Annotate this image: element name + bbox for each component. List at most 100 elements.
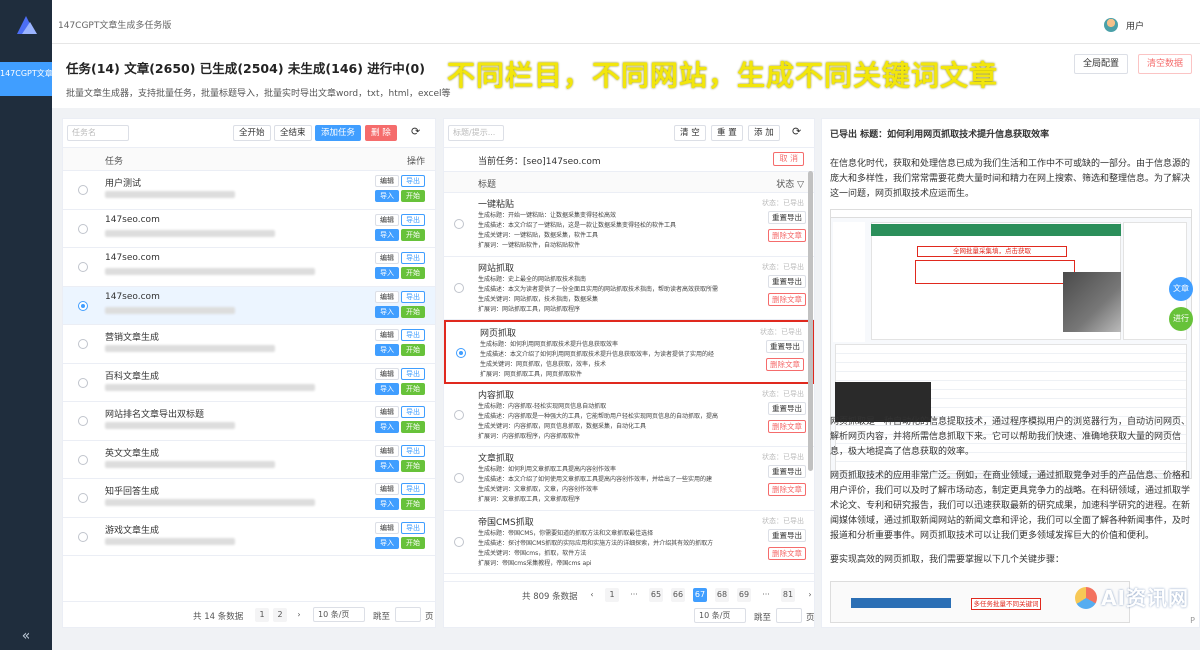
import-task-button[interactable]: 导入 (375, 190, 399, 202)
edit-task-button[interactable]: 编辑 (375, 483, 399, 495)
import-task-button[interactable]: 导入 (375, 459, 399, 472)
reset-export-button[interactable]: 重置导出 (768, 465, 806, 478)
page-button[interactable]: 65 (649, 588, 663, 602)
edit-task-button[interactable]: 编辑 (375, 367, 399, 380)
task-row[interactable]: 百科文章生成 编辑 导出 导入 开始 (63, 364, 435, 402)
export-task-button[interactable]: 导出 (401, 329, 425, 341)
reset-articles-button[interactable]: 重 置 (711, 125, 743, 141)
export-task-button[interactable]: 导出 (401, 406, 425, 418)
export-task-button[interactable]: 导出 (401, 521, 425, 534)
article-row[interactable]: 内容抓取 生成标题：内容抓取-轻松实现网页信息自动抓取 生成描述：内容抓取是一种强大… (444, 384, 814, 447)
add-task-button[interactable]: 添加任务 (315, 125, 362, 141)
edit-task-button[interactable]: 编辑 (375, 329, 399, 341)
article-radio[interactable] (454, 409, 464, 420)
task-row[interactable]: 英文文章生成 编辑 导出 导入 开始 (63, 441, 435, 479)
page-button[interactable]: 68 (715, 588, 729, 602)
clear-articles-button[interactable]: 清 空 (674, 125, 706, 141)
page-size-select[interactable]: 10 条/页 (694, 608, 746, 623)
start-task-button[interactable]: 开始 (401, 536, 425, 549)
delete-article-button[interactable]: 删除文章 (768, 546, 806, 560)
edit-task-button[interactable]: 编辑 (375, 444, 399, 457)
user-menu[interactable]: 用户 (1103, 18, 1144, 32)
import-task-button[interactable]: 导入 (375, 536, 399, 549)
start-task-button[interactable]: 开始 (401, 267, 425, 279)
refresh-icon[interactable]: ⟳ (411, 126, 423, 138)
page-button[interactable]: 67 (693, 588, 707, 602)
start-task-button[interactable]: 开始 (401, 421, 425, 433)
edit-task-button[interactable]: 编辑 (375, 290, 399, 303)
page-button[interactable]: 81 (781, 588, 795, 602)
task-radio[interactable] (78, 339, 88, 349)
global-config-button[interactable]: 全局配置 (1073, 54, 1128, 74)
delete-article-button[interactable]: 删除文章 (766, 358, 804, 371)
start-all-button[interactable]: 全开始 (233, 125, 271, 141)
prev-page-button[interactable]: ‹ (585, 588, 599, 602)
page-ellipsis[interactable]: ··· (759, 588, 773, 602)
task-row[interactable]: 营销文章生成 编辑 导出 导入 开始 (63, 325, 435, 364)
start-task-button[interactable]: 开始 (401, 228, 425, 241)
export-task-button[interactable]: 导出 (401, 175, 425, 187)
article-radio[interactable] (454, 473, 464, 483)
add-article-button[interactable]: 添 加 (748, 125, 780, 141)
col-status-header[interactable]: 状态 ▽ (776, 177, 804, 190)
import-task-button[interactable]: 导入 (375, 421, 399, 433)
reset-export-button[interactable]: 重置导出 (768, 528, 806, 542)
export-task-button[interactable]: 导出 (401, 213, 425, 226)
task-radio[interactable] (78, 300, 88, 311)
export-task-button[interactable]: 导出 (401, 444, 425, 457)
clear-data-button[interactable]: 清空数据 (1137, 54, 1192, 74)
reset-export-button[interactable]: 重置导出 (768, 211, 806, 224)
import-task-button[interactable]: 导入 (375, 382, 399, 395)
page-button[interactable]: 66 (671, 588, 685, 602)
edit-task-button[interactable]: 编辑 (375, 213, 399, 226)
task-radio[interactable] (78, 377, 88, 388)
task-row[interactable]: 游戏文章生成 编辑 导出 导入 开始 (63, 518, 435, 556)
article-radio[interactable] (454, 536, 464, 547)
start-task-button[interactable]: 开始 (401, 190, 425, 202)
import-task-button[interactable]: 导入 (375, 498, 399, 510)
article-radio[interactable] (454, 282, 464, 293)
task-row[interactable]: 147seo.com 编辑 导出 导入 开始 (63, 286, 435, 325)
delete-task-button[interactable]: 删 除 (365, 125, 397, 141)
refresh-icon[interactable]: ⟳ (792, 126, 804, 138)
cancel-button[interactable]: 取 消 (773, 152, 804, 166)
reset-export-button[interactable]: 重置导出 (766, 340, 804, 353)
article-radio[interactable] (454, 219, 464, 229)
start-task-button[interactable]: 开始 (401, 459, 425, 472)
page-button[interactable]: 1 (605, 588, 619, 602)
delete-article-button[interactable]: 删除文章 (768, 229, 806, 242)
articles-scrollbar[interactable] (808, 171, 813, 471)
article-row[interactable]: 一键粘贴 生成标题：开始一键粘贴：让数据采集变得轻松高效 生成描述：本文介绍了一键粘… (444, 193, 814, 257)
page-1-button[interactable]: 1 (255, 608, 269, 622)
edit-task-button[interactable]: 编辑 (375, 252, 399, 264)
export-task-button[interactable]: 导出 (401, 367, 425, 380)
page-ellipsis[interactable]: ··· (627, 588, 641, 602)
jump-page-input[interactable] (776, 608, 802, 623)
task-radio[interactable] (78, 531, 88, 542)
float-article-button[interactable]: 文章 (1169, 277, 1193, 301)
task-row[interactable]: 网站排名文章导出双标题 编辑 导出 导入 开始 (63, 402, 435, 441)
start-task-button[interactable]: 开始 (401, 344, 425, 356)
jump-page-input[interactable] (395, 607, 421, 622)
task-search-input[interactable]: 任务名 (67, 125, 129, 141)
task-radio[interactable] (78, 416, 88, 426)
reset-export-button[interactable]: 重置导出 (768, 401, 806, 415)
float-progress-button[interactable]: 进行 (1169, 307, 1193, 331)
title-search-input[interactable]: 标题/提示... (448, 125, 504, 141)
task-radio[interactable] (78, 223, 88, 234)
article-radio[interactable] (456, 348, 466, 358)
delete-article-button[interactable]: 删除文章 (768, 292, 806, 306)
task-radio[interactable] (78, 493, 88, 503)
article-row[interactable]: 网站抓取 生成标题：史上最全的网站抓取技术指南 生成描述：本文为读者提供了一份全面且… (444, 257, 814, 320)
article-row[interactable]: 文章抓取 生成标题：如何利用文章抓取工具提高内容创作效率 生成描述：本文介绍了如何使… (444, 447, 814, 511)
end-all-button[interactable]: 全结束 (274, 125, 312, 141)
page-2-button[interactable]: 2 (273, 608, 287, 622)
task-radio[interactable] (78, 185, 88, 195)
task-row[interactable]: 147seo.com 编辑 导出 导入 开始 (63, 210, 435, 248)
next-page-button[interactable]: › (803, 588, 817, 602)
nav-item-task-editor[interactable]: 147CGPT文章生成多任务版 (0, 62, 52, 96)
export-task-button[interactable]: 导出 (401, 483, 425, 495)
task-row[interactable]: 知乎回答生成 编辑 导出 导入 开始 (63, 479, 435, 518)
article-row[interactable]: 网页抓取 生成标题：如何利用网页抓取技术提升信息获取效率 生成描述：本文介绍了如何利… (444, 320, 814, 384)
edit-task-button[interactable]: 编辑 (375, 406, 399, 418)
